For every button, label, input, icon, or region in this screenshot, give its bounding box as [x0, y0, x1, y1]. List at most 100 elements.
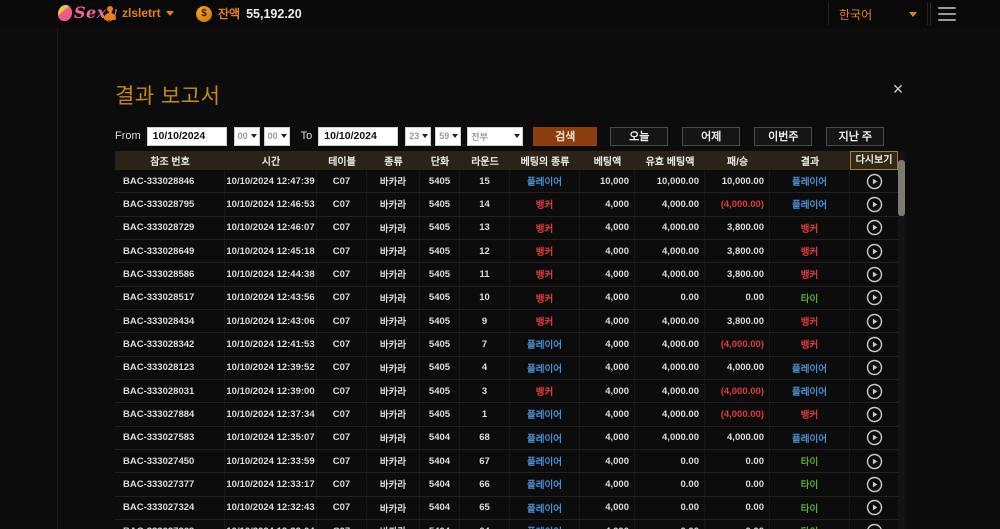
menu-icon[interactable] [938, 7, 956, 21]
yesterday-button[interactable]: 어제 [682, 127, 740, 146]
cell-round: 11 [460, 263, 510, 285]
close-icon[interactable]: × [886, 77, 910, 101]
cell-table: C07 [317, 450, 367, 472]
cell-bet-type: 뱅커 [510, 193, 580, 215]
results-table: 참조 번호 시간 테이블 종류 단화 라운드 베팅의 종류 베팅액 유효 베팅액… [115, 151, 898, 529]
cell-valid: 0.00 [635, 473, 705, 495]
replay-play-button[interactable] [866, 523, 883, 529]
replay-play-button[interactable] [866, 453, 883, 470]
replay-play-button[interactable] [866, 383, 883, 400]
cell-valid: 10,000.00 [635, 170, 705, 192]
replay-play-button[interactable] [866, 313, 883, 330]
table-row: BAC-333028517 10/10/2024 12:43:56 C07 바카… [115, 287, 898, 310]
cell-winlose: 4,000.00 [705, 357, 770, 379]
column-header-round: 라운드 [460, 153, 510, 168]
cell-result: 뱅커 [770, 310, 850, 332]
replay-play-button[interactable] [866, 266, 883, 283]
cell-valid: 0.00 [635, 287, 705, 309]
replay-play-button[interactable] [866, 196, 883, 213]
cell-result: 뱅커 [770, 403, 850, 425]
cell-game: 바카라 [367, 287, 420, 309]
cell-shoe: 5405 [420, 287, 460, 309]
cell-ref: BAC-333027269 [115, 520, 225, 529]
cell-time: 10/10/2024 12:45:18 [225, 240, 317, 262]
cell-valid: 0.00 [635, 497, 705, 519]
cell-shoe: 5404 [420, 427, 460, 449]
cell-game: 바카라 [367, 333, 420, 355]
cell-winlose: 3,800.00 [705, 217, 770, 239]
cell-valid: 4,000.00 [635, 380, 705, 402]
cell-time: 10/10/2024 12:37:34 [225, 403, 317, 425]
table-scrollbar[interactable] [898, 152, 905, 529]
cell-result: 타이 [770, 497, 850, 519]
chevron-down-icon [166, 11, 174, 16]
cell-table: C07 [317, 520, 367, 529]
cell-ref: BAC-333027884 [115, 403, 225, 425]
cell-game: 바카라 [367, 240, 420, 262]
column-header-replay: 다시보기 [850, 151, 898, 170]
search-button[interactable]: 검색 [533, 127, 597, 146]
table-row: BAC-333028123 10/10/2024 12:39:52 C07 바카… [115, 357, 898, 380]
cell-bet-type: 플레이어 [510, 403, 580, 425]
cell-result: 뱅커 [770, 333, 850, 355]
scrollbar-thumb[interactable] [898, 160, 905, 216]
cell-winlose: 3,800.00 [705, 310, 770, 332]
cell-game: 바카라 [367, 403, 420, 425]
mascot-icon [58, 5, 72, 21]
replay-play-button[interactable] [866, 476, 883, 493]
cell-shoe: 5404 [420, 473, 460, 495]
cell-bet-type: 뱅커 [510, 310, 580, 332]
cell-bet: 4,000 [580, 193, 635, 215]
cell-table: C07 [317, 193, 367, 215]
cell-round: 64 [460, 520, 510, 529]
last-week-button[interactable]: 지난 주 [826, 127, 884, 146]
cell-table: C07 [317, 240, 367, 262]
cell-bet: 4,000 [580, 497, 635, 519]
cell-game: 바카라 [367, 193, 420, 215]
replay-play-button[interactable] [866, 219, 883, 236]
cell-shoe: 5405 [420, 193, 460, 215]
cell-ref: BAC-333027324 [115, 497, 225, 519]
cell-round: 3 [460, 380, 510, 402]
table-row: BAC-333028729 10/10/2024 12:46:07 C07 바카… [115, 217, 898, 240]
replay-play-button[interactable] [866, 499, 883, 516]
cell-valid: 0.00 [635, 520, 705, 529]
table-body: BAC-333028846 10/10/2024 12:47:39 C07 바카… [115, 170, 898, 529]
replay-play-button[interactable] [866, 406, 883, 423]
to-minute-select[interactable]: 59 [435, 127, 461, 146]
panel-left-border [57, 28, 58, 529]
game-type-select[interactable]: 전부 [467, 127, 523, 146]
replay-play-button[interactable] [866, 289, 883, 306]
cell-winlose: 0.00 [705, 473, 770, 495]
replay-play-button[interactable] [866, 243, 883, 260]
to-hour-select[interactable]: 23 [405, 127, 431, 146]
cell-bet: 4,000 [580, 217, 635, 239]
user-menu[interactable]: zlsletrt [103, 6, 174, 20]
from-minute-select[interactable]: 00 [264, 127, 290, 146]
column-header-bet-type: 베팅의 종류 [510, 153, 580, 168]
column-header-result: 결과 [770, 153, 850, 168]
cell-valid: 4,000.00 [635, 357, 705, 379]
cell-table: C07 [317, 333, 367, 355]
language-select[interactable]: 한국어 [828, 3, 928, 25]
to-date-input[interactable] [318, 127, 398, 146]
cell-winlose: 10,000.00 [705, 170, 770, 192]
cell-valid: 4,000.00 [635, 217, 705, 239]
cell-result: 타이 [770, 287, 850, 309]
replay-play-button[interactable] [866, 336, 883, 353]
from-date-input[interactable] [147, 127, 227, 146]
table-row: BAC-333027583 10/10/2024 12:35:07 C07 바카… [115, 427, 898, 450]
cell-shoe: 5404 [420, 520, 460, 529]
this-week-button[interactable]: 이번주 [754, 127, 812, 146]
table-row: BAC-333028649 10/10/2024 12:45:18 C07 바카… [115, 240, 898, 263]
cell-bet: 4,000 [580, 263, 635, 285]
cell-round: 9 [460, 310, 510, 332]
cell-shoe: 5405 [420, 310, 460, 332]
from-hour-select[interactable]: 00 [234, 127, 260, 146]
replay-play-button[interactable] [866, 429, 883, 446]
today-button[interactable]: 오늘 [610, 127, 668, 146]
replay-play-button[interactable] [866, 173, 883, 190]
replay-play-button[interactable] [866, 359, 883, 376]
cell-shoe: 5405 [420, 263, 460, 285]
cell-shoe: 5405 [420, 380, 460, 402]
